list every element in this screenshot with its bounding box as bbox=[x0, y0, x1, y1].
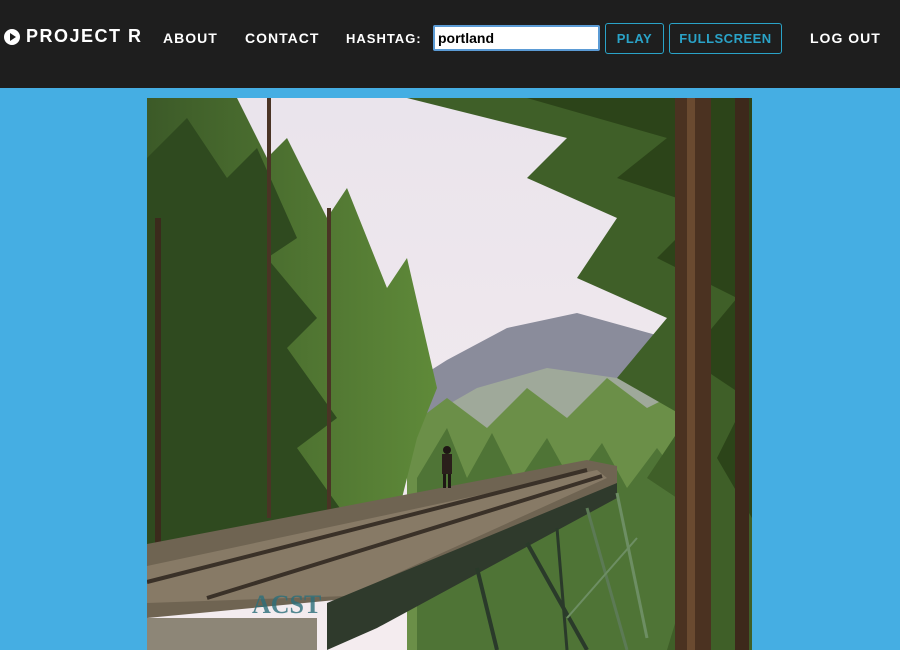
logout-link[interactable]: LOG OUT bbox=[810, 30, 881, 46]
forest-bridge-photo: ACST bbox=[147, 98, 752, 650]
top-navbar: PROJECT R ABOUT CONTACT HASHTAG: PLAY FU… bbox=[0, 0, 900, 88]
hashtag-photo: ACST bbox=[147, 98, 752, 650]
brand-link[interactable]: PROJECT R bbox=[4, 26, 143, 47]
hashtag-label: HASHTAG: bbox=[346, 31, 422, 46]
nav-contact-link[interactable]: CONTACT bbox=[245, 30, 319, 46]
fullscreen-button[interactable]: FULLSCREEN bbox=[669, 23, 782, 54]
hashtag-input[interactable] bbox=[433, 25, 600, 51]
graffiti-text: ACST bbox=[252, 590, 321, 619]
play-button[interactable]: PLAY bbox=[605, 23, 664, 54]
brand-name: PROJECT R bbox=[26, 26, 143, 46]
play-circle-icon bbox=[4, 28, 20, 45]
nav-about-link[interactable]: ABOUT bbox=[163, 30, 218, 46]
